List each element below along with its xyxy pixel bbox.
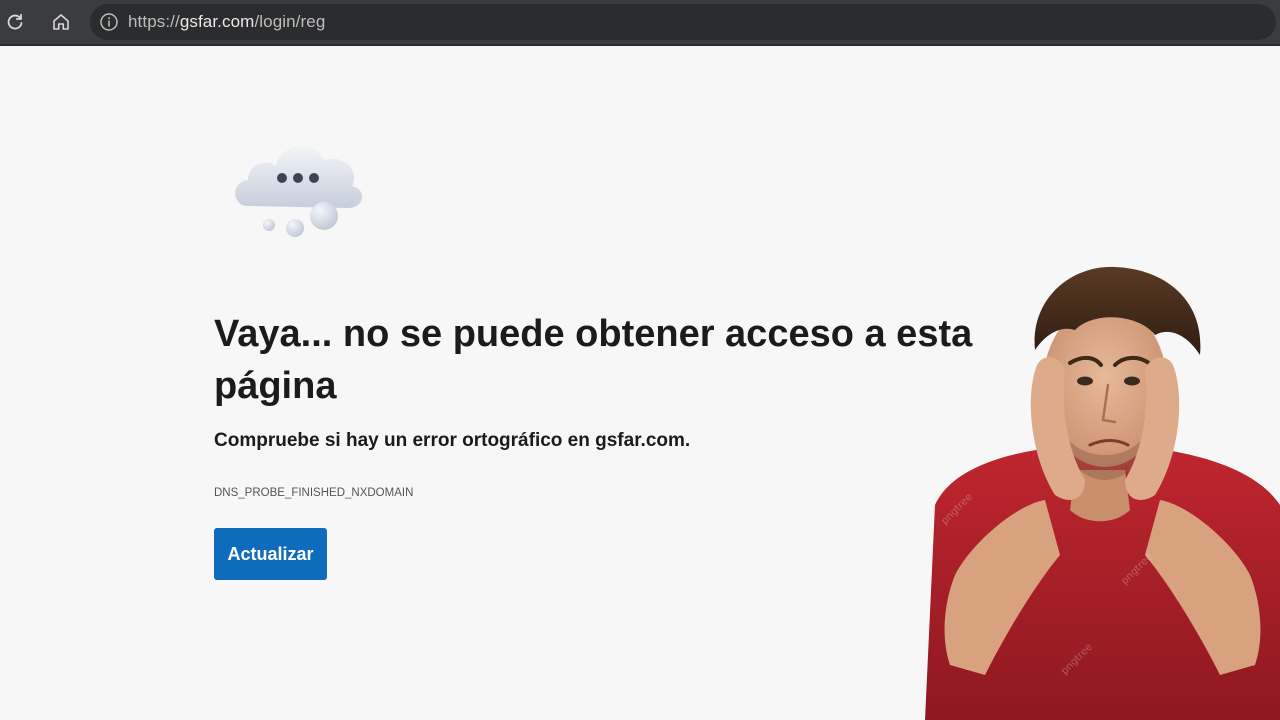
error-description: Compruebe si hay un error ortográfico en… <box>214 430 691 451</box>
address-url[interactable]: https://gsfar.com/login/reg <box>128 12 325 32</box>
address-bar[interactable]: https://gsfar.com/login/reg <box>90 4 1276 40</box>
url-path: /login/reg <box>254 12 326 31</box>
home-button[interactable] <box>46 8 76 36</box>
url-scheme: https:// <box>128 12 180 31</box>
info-icon[interactable] <box>98 11 120 33</box>
reload-button[interactable] <box>0 8 30 36</box>
error-title: Vaya... no se puede obtener acceso a est… <box>214 313 973 407</box>
browser-toolbar: https://gsfar.com/login/reg <box>0 0 1280 46</box>
frustrated-man-illustration: pngtree pngtree pngtree <box>925 266 1280 720</box>
cloud-thinking-icon <box>235 146 363 237</box>
error-code: DNS_PROBE_FINISHED_NXDOMAIN <box>214 487 414 499</box>
url-host: gsfar.com <box>179 12 255 31</box>
refresh-button[interactable]: Actualizar <box>214 528 327 580</box>
reload-icon <box>7 13 23 30</box>
home-icon <box>53 14 69 30</box>
